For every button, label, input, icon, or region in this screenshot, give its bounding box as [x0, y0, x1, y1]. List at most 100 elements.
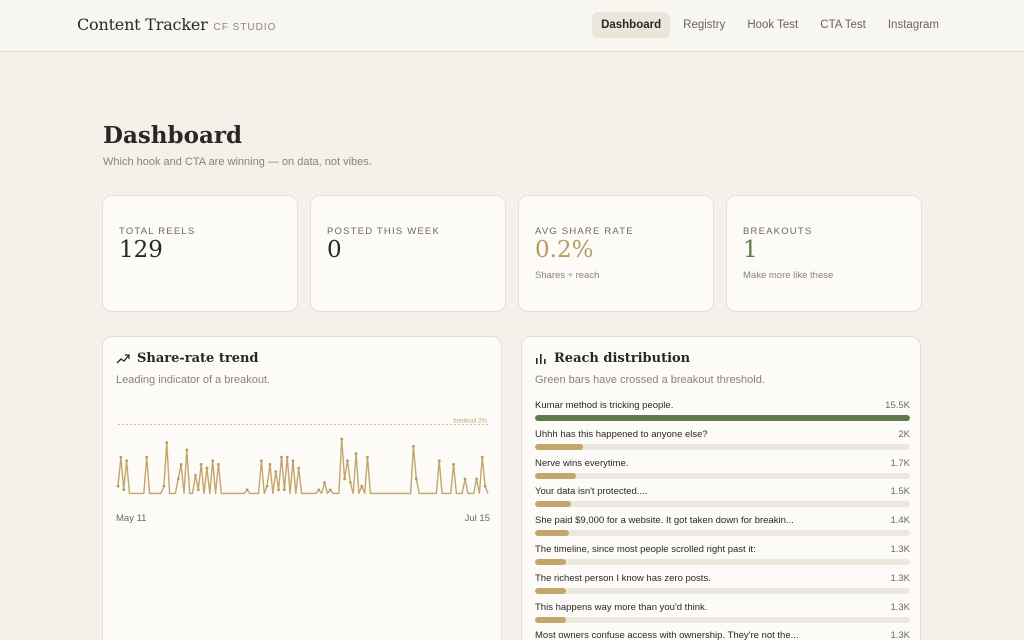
brand-sub: CF STUDIO: [213, 22, 277, 33]
trend-point: [297, 466, 301, 470]
trend-point: [216, 462, 220, 466]
page-title: Dashboard: [103, 122, 243, 149]
reach-row[interactable]: She paid $9,000 for a website. It got ta…: [535, 515, 910, 544]
trend-point: [119, 455, 123, 459]
reach-row-label: The richest person I know has zero posts…: [535, 572, 711, 584]
trend-point: [205, 466, 209, 470]
reach-bar-track: [535, 616, 910, 623]
trend-point: [340, 437, 344, 441]
trend-point: [125, 459, 129, 463]
reach-bar-track: [535, 415, 910, 421]
reach-bar-fill: [535, 415, 910, 421]
trend-point: [274, 470, 278, 474]
reach-bar-fill: [535, 443, 584, 450]
share-rate-trend-card: Share-rate trend Leading indicator of a …: [102, 336, 502, 640]
trend-point: [162, 484, 166, 488]
top-bar: Content Tracker CF STUDIO Dashboard Regi…: [0, 0, 1024, 52]
nav-registry[interactable]: Registry: [674, 12, 734, 38]
trend-point: [360, 484, 364, 488]
reach-row[interactable]: Uhhh has this happened to anyone else? 2K: [535, 429, 910, 458]
stat-note: Make more like these: [743, 270, 834, 281]
reach-bar-track: [535, 472, 910, 479]
trend-point: [437, 459, 441, 463]
stat-value: 1: [743, 237, 758, 263]
reach-row-value: 1.3K: [890, 543, 910, 555]
reach-row-label: Most owners confuse access with ownershi…: [535, 630, 799, 640]
trend-point: [116, 484, 120, 488]
trend-point: [343, 477, 346, 481]
stat-label: BREAKOUTS: [743, 226, 813, 237]
reach-list: Kumar method is tricking people. 15.5K Uhh…: [535, 400, 910, 640]
trend-point: [354, 452, 358, 455]
trend-point: [277, 488, 281, 492]
reach-row-label: Your data isn't protected....: [535, 486, 648, 498]
reach-bar-fill: [535, 587, 567, 594]
share-rate-chart: breakout 2%: [116, 419, 489, 495]
trend-point: [328, 488, 332, 492]
reach-row[interactable]: The timeline, since most people scrolled…: [535, 544, 910, 573]
card-title: Share-rate trend: [116, 351, 259, 366]
reach-row-value: 1.5K: [890, 486, 910, 498]
card-subtitle: Green bars have crossed a breakout thres…: [535, 374, 765, 386]
trend-point: [145, 455, 149, 459]
reach-row-label: This happens way more than you'd think.: [535, 601, 708, 613]
main-nav: Dashboard Registry Hook Test CTA Test In…: [592, 12, 948, 38]
trend-point: [452, 462, 455, 466]
trend-point: [282, 488, 286, 492]
reach-row[interactable]: Nerve wins everytime. 1.7K: [535, 458, 910, 487]
stat-label: TOTAL REELS: [119, 226, 196, 237]
reach-distribution-card: Reach distribution Green bars have cross…: [521, 336, 921, 640]
trend-point: [176, 477, 180, 481]
trend-point: [196, 488, 200, 492]
reach-row-value: 1.3K: [890, 601, 910, 613]
stat-card-avg-share-rate: AVG SHARE RATE 0.2% Shares ÷ reach: [518, 195, 714, 312]
stat-label: AVG SHARE RATE: [535, 226, 634, 237]
stat-value: 0: [327, 237, 342, 263]
reach-row[interactable]: The richest person I know has zero posts…: [535, 573, 910, 602]
stat-label: POSTED THIS WEEK: [327, 226, 440, 237]
trend-point: [194, 473, 197, 477]
reach-bar-fill: [535, 530, 569, 537]
nav-instagram[interactable]: Instagram: [879, 12, 948, 38]
reach-bar-track: [535, 530, 910, 537]
trend-point: [483, 484, 487, 488]
reach-row-label: Uhhh has this happened to anyone else?: [535, 428, 708, 440]
nav-hook-test[interactable]: Hook Test: [738, 12, 807, 38]
trend-point: [285, 455, 289, 459]
page-subtitle: Which hook and CTA are winning — on data…: [103, 156, 372, 168]
trend-series-line: [117, 438, 489, 495]
brand[interactable]: Content Tracker CF STUDIO: [77, 15, 276, 34]
trend-point: [463, 477, 467, 481]
reach-bar-fill: [535, 472, 577, 479]
reach-row[interactable]: This happens way more than you'd think. 1…: [535, 602, 910, 631]
reach-row[interactable]: Kumar method is tricking people. 15.5K: [535, 400, 910, 429]
trend-point: [291, 459, 295, 463]
reach-bar-fill: [535, 501, 572, 508]
brand-name: Content Tracker: [77, 15, 208, 34]
reach-row-value: 1.4K: [890, 515, 910, 527]
trend-point: [480, 455, 484, 459]
nav-cta-test[interactable]: CTA Test: [811, 12, 875, 38]
reach-bar-track: [535, 501, 910, 508]
trend-point: [280, 455, 283, 459]
trend-point: [268, 462, 272, 466]
nav-dashboard[interactable]: Dashboard: [592, 12, 671, 38]
reach-row[interactable]: Most owners confuse access with ownershi…: [535, 630, 910, 640]
reach-bar-track: [535, 443, 910, 450]
trend-point: [323, 481, 326, 484]
reach-bar-track: [535, 558, 910, 565]
reach-row-label: The timeline, since most people scrolled…: [535, 543, 756, 555]
card-subtitle: Leading indicator of a breakout.: [116, 374, 271, 386]
reach-bar-fill: [535, 558, 567, 565]
trend-point: [260, 459, 263, 463]
trend-title: Share-rate trend: [137, 351, 259, 366]
trend-point: [165, 441, 169, 445]
trend-point: [185, 448, 189, 452]
reach-row[interactable]: Your data isn't protected.... 1.5K: [535, 486, 910, 515]
x-axis-start-label: May 11: [116, 513, 147, 524]
reach-row-label: Kumar method is tricking people.: [535, 400, 674, 411]
stat-note: Shares ÷ reach: [535, 270, 600, 281]
stat-card-breakouts: BREAKOUTS 1 Make more like these: [726, 195, 922, 312]
reach-row-label: She paid $9,000 for a website. It got ta…: [535, 515, 794, 527]
reach-row-label: Nerve wins everytime.: [535, 457, 629, 469]
